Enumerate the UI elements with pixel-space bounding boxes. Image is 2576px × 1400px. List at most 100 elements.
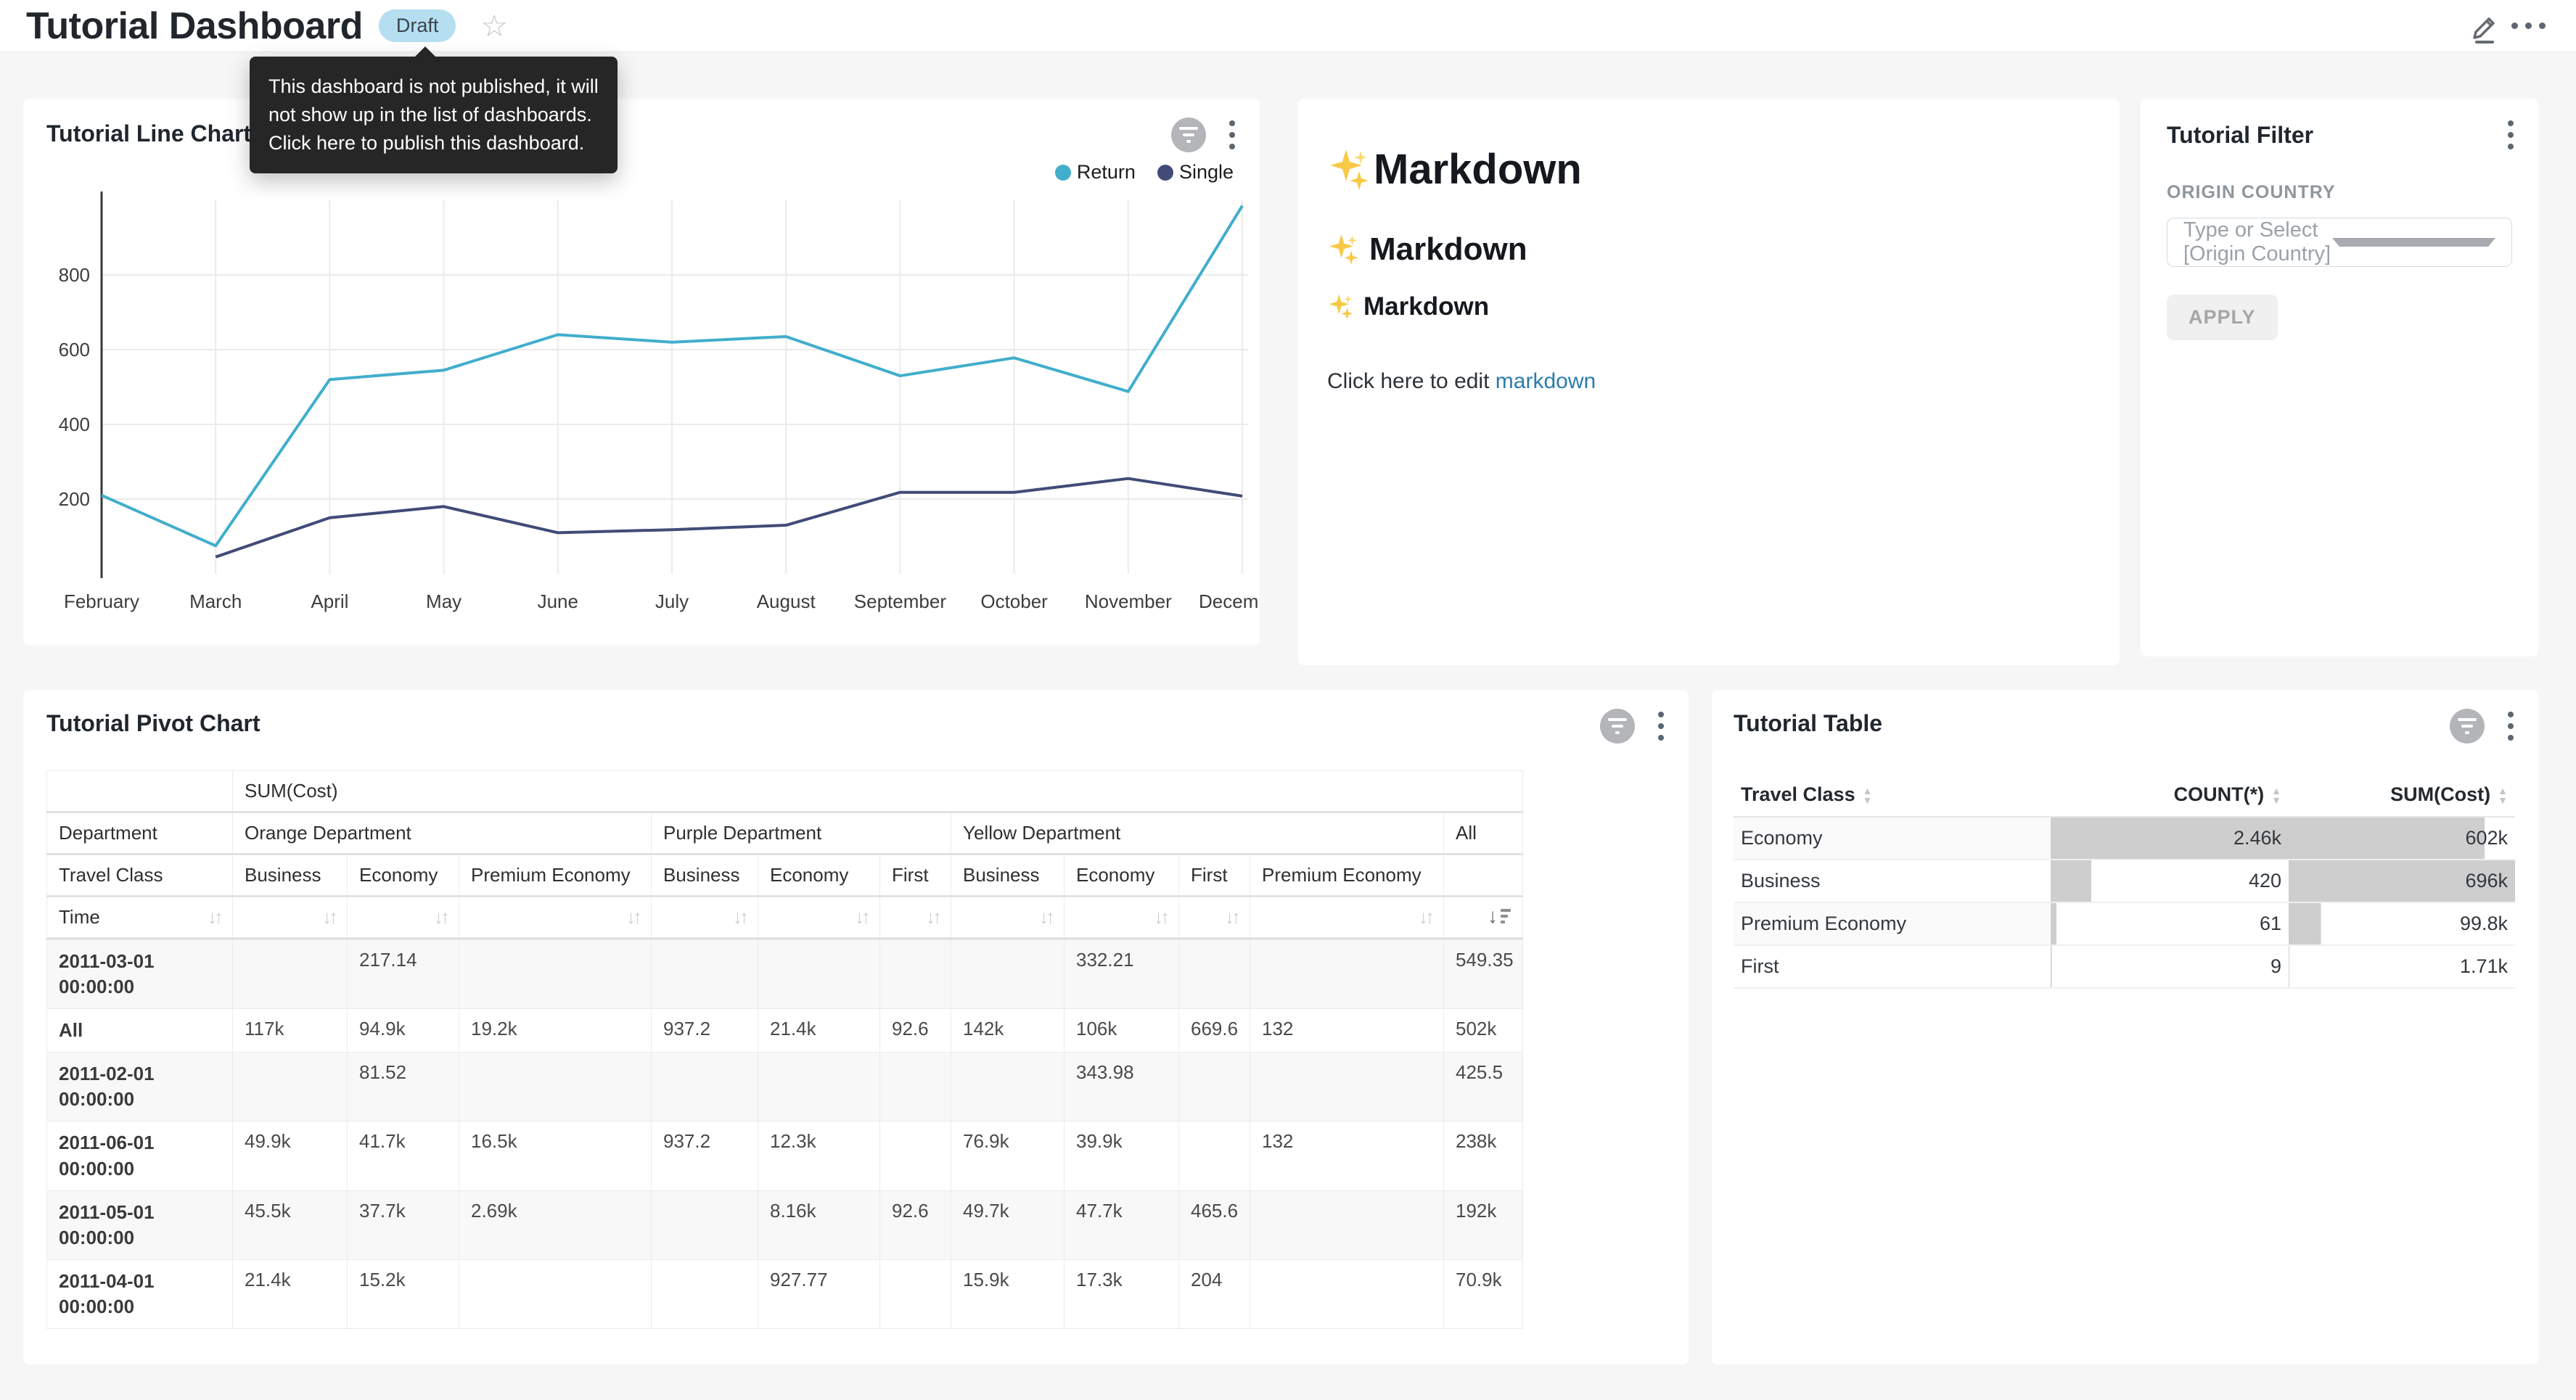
legend-item[interactable]: Return <box>1055 161 1136 184</box>
pivot-cell <box>233 939 348 1009</box>
sum-cost-cell: 99.8k <box>2289 902 2515 945</box>
sort-icon[interactable]: ↓↑ <box>926 906 939 928</box>
svg-text:400: 400 <box>59 413 90 435</box>
pivot-sort-cell: ↓↑ <box>758 897 880 939</box>
pivot-cell: 21.4k <box>758 1009 880 1053</box>
pivot-row-label: All <box>47 1009 233 1053</box>
pivot-cell: 12.3k <box>758 1121 880 1190</box>
pivot-cell <box>1179 1053 1250 1121</box>
pivot-sort-cell: ↓↑ <box>459 897 652 939</box>
count-cell: 2.46k <box>2051 817 2289 860</box>
pivot-row: 2011-02-01 00:00:0081.52343.98425.5 <box>47 1053 1523 1121</box>
svg-text:200: 200 <box>59 488 90 510</box>
pivot-row-label: 2011-05-01 00:00:00 <box>47 1190 233 1259</box>
sort-icon[interactable]: ↓↑ <box>1419 906 1432 928</box>
pivot-group-header: Yellow Department <box>951 812 1444 855</box>
table-row: Premium Economy6199.8k <box>1734 902 2515 945</box>
pivot-cell <box>652 1190 758 1259</box>
pivot-class-header: First <box>880 855 951 897</box>
chart-menu-icon[interactable] <box>1226 118 1238 152</box>
edit-markdown-link[interactable]: markdown <box>1496 369 1596 393</box>
pivot-cell: 92.6 <box>880 1009 951 1053</box>
svg-text:May: May <box>426 590 462 612</box>
pivot-cell <box>758 939 880 1009</box>
pivot-group-header: Orange Department <box>233 812 652 855</box>
pivot-cell <box>1250 1053 1444 1121</box>
sort-icon[interactable]: ↓↑ <box>1039 906 1052 928</box>
pivot-cell: 204 <box>1179 1259 1250 1328</box>
legend-item[interactable]: Single <box>1157 161 1234 184</box>
filter-menu-icon[interactable] <box>2505 118 2516 152</box>
pivot-cell: 8.16k <box>758 1190 880 1259</box>
sort-icon[interactable]: ↓↑ <box>1225 906 1238 928</box>
pivot-sort-cell: ↓ <box>1444 897 1523 939</box>
sort-icon[interactable]: ↓↑ <box>855 906 868 928</box>
pivot-cell <box>459 1259 652 1328</box>
pivot-cell: 17.3k <box>1065 1259 1179 1328</box>
table-column-header[interactable]: COUNT(*)▲▼ <box>2051 773 2289 817</box>
pivot-time-label: Time <box>59 906 100 928</box>
markdown-h1: Markdown <box>1327 145 2091 194</box>
apply-button[interactable]: APPLY <box>2167 295 2278 340</box>
pivot-cell <box>233 1053 348 1121</box>
pivot-row: 2011-06-01 00:00:0049.9k41.7k16.5k937.21… <box>47 1121 1523 1190</box>
sorter-icon[interactable]: ▲▼ <box>2498 786 2508 805</box>
filter-indicator-icon[interactable] <box>1171 118 1206 152</box>
sort-descending-icon[interactable]: ↓ <box>1488 906 1511 926</box>
filter-indicator-icon[interactable] <box>2450 709 2485 744</box>
line-chart[interactable]: 200400600800FebruaryMarchAprilMayJuneJul… <box>23 178 1260 643</box>
table-row: Economy2.46k602k <box>1734 817 2515 860</box>
pivot-table: SUM(Cost)DepartmentOrange DepartmentPurp… <box>46 770 1665 1329</box>
chart-menu-icon[interactable] <box>2505 709 2516 744</box>
pivot-class-header: Premium Economy <box>459 855 652 897</box>
pivot-cell: 76.9k <box>951 1121 1065 1190</box>
pivot-sort-cell: ↓↑ <box>1179 897 1250 939</box>
pivot-class-label: Travel Class <box>47 855 233 897</box>
legend-dot-icon <box>1157 165 1173 181</box>
sort-icon[interactable]: ↓↑ <box>208 906 221 928</box>
more-actions-button[interactable] <box>2506 4 2550 48</box>
column-label: Travel Class <box>1741 783 1855 805</box>
pivot-cell: 502k <box>1444 1009 1523 1053</box>
sort-icon[interactable]: ↓↑ <box>626 906 639 928</box>
origin-country-label: ORIGIN COUNTRY <box>2167 182 2512 203</box>
app-header: Tutorial Dashboard Draft ☆ <box>0 0 2576 52</box>
count-cell: 9 <box>2051 945 2289 988</box>
origin-country-select[interactable]: Type or Select [Origin Country] <box>2167 218 2512 267</box>
travel-class-cell: Premium Economy <box>1734 902 2051 945</box>
pivot-cell: 117k <box>233 1009 348 1053</box>
svg-text:October: October <box>980 590 1048 612</box>
panel-tutorial-line-chart: Tutorial Line Chart ReturnSingle 2004006… <box>23 99 1260 646</box>
edit-dashboard-button[interactable] <box>2463 4 2506 48</box>
sorter-icon[interactable]: ▲▼ <box>1863 786 1873 805</box>
sort-icon[interactable]: ↓↑ <box>1154 906 1167 928</box>
sort-icon[interactable]: ↓↑ <box>434 906 447 928</box>
pivot-cell <box>1179 939 1250 1009</box>
sort-icon[interactable]: ↓↑ <box>322 906 335 928</box>
legend-label: Return <box>1077 161 1136 184</box>
pivot-cell: 132 <box>1250 1121 1444 1190</box>
pivot-cell: 465.6 <box>1179 1190 1250 1259</box>
pivot-cell <box>1250 1259 1444 1328</box>
favorite-star-icon[interactable]: ☆ <box>480 11 508 41</box>
filter-indicator-icon[interactable] <box>1600 709 1635 744</box>
pivot-sort-cell: ↓↑ <box>1065 897 1179 939</box>
legend: Return Single <box>1055 161 1234 184</box>
table-column-header[interactable]: SUM(Cost)▲▼ <box>2289 773 2515 817</box>
pivot-cell: 332.21 <box>1065 939 1179 1009</box>
travel-class-cell: Economy <box>1734 817 2051 860</box>
legend-dot-icon <box>1055 165 1071 181</box>
pivot-title: Tutorial Pivot Chart <box>46 710 261 736</box>
pivot-cell: 425.5 <box>1444 1053 1523 1121</box>
pivot-cell: 19.2k <box>459 1009 652 1053</box>
sort-icon[interactable]: ↓↑ <box>733 906 746 928</box>
travel-class-cell: Business <box>1734 860 2051 902</box>
draft-status-badge[interactable]: Draft <box>379 9 456 42</box>
sorter-icon[interactable]: ▲▼ <box>2271 786 2281 805</box>
pivot-row-label: 2011-02-01 00:00:00 <box>47 1053 233 1121</box>
pivot-class-header: Business <box>652 855 758 897</box>
pivot-sort-cell: ↓↑ <box>880 897 951 939</box>
table-column-header[interactable]: Travel Class ▲▼ <box>1734 773 2051 817</box>
panel-tutorial-table: Tutorial Table Travel Class▲▼COUNT(*)▲▼S… <box>1712 690 2538 1364</box>
chart-menu-icon[interactable] <box>1655 709 1667 744</box>
